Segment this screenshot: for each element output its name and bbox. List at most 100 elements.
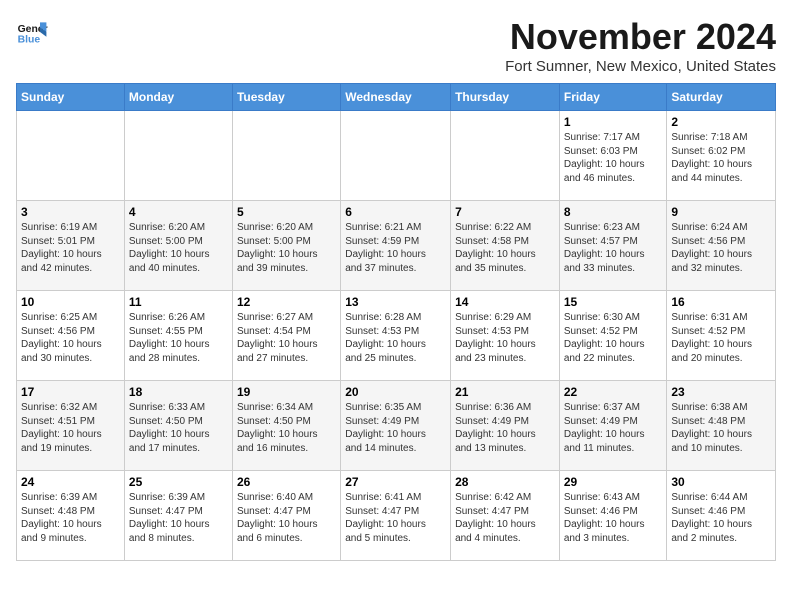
calendar-cell (124, 111, 232, 201)
day-number: 8 (564, 205, 663, 219)
day-number: 19 (237, 385, 336, 399)
calendar-cell: 1Sunrise: 7:17 AM Sunset: 6:03 PM Daylig… (559, 111, 667, 201)
day-number: 29 (564, 475, 663, 489)
day-info: Sunrise: 6:29 AM Sunset: 4:53 PM Dayligh… (455, 311, 555, 365)
day-number: 26 (237, 475, 336, 489)
weekday-header: Friday (559, 84, 667, 111)
calendar: SundayMondayTuesdayWednesdayThursdayFrid… (16, 83, 776, 561)
weekday-header: Wednesday (341, 84, 451, 111)
calendar-cell: 27 Sunrise: 6:41 AM Sunset: 4:47 PM Dayli… (341, 471, 451, 561)
calendar-cell: 21 Sunrise: 6:36 AM Sunset: 4:49 PM Dayli… (451, 381, 560, 471)
calendar-cell: 29 Sunrise: 6:43 AM Sunset: 4:46 PM Dayli… (559, 471, 667, 561)
weekday-header-row: SundayMondayTuesdayWednesdayThursdayFrid… (17, 84, 776, 111)
calendar-cell: 6 Sunrise: 6:21 AM Sunset: 4:59 PM Daylig… (341, 201, 451, 291)
logo-icon: General Blue (16, 16, 48, 48)
day-number: 20 (345, 385, 446, 399)
day-info: Sunrise: 6:32 AM Sunset: 4:51 PM Dayligh… (21, 401, 120, 455)
day-info: Sunrise: 6:34 AM Sunset: 4:50 PM Dayligh… (237, 401, 336, 455)
day-number: 12 (237, 295, 336, 309)
calendar-cell: 9 Sunrise: 6:24 AM Sunset: 4:56 PM Daylig… (667, 201, 776, 291)
calendar-cell: 4 Sunrise: 6:20 AM Sunset: 5:00 PM Daylig… (124, 201, 232, 291)
calendar-cell: 24 Sunrise: 6:39 AM Sunset: 4:48 PM Dayli… (17, 471, 125, 561)
day-number: 21 (455, 385, 555, 399)
calendar-cell: 12Sunrise: 6:27 AM Sunset: 4:54 PM Dayli… (232, 291, 340, 381)
day-number: 6 (345, 205, 446, 219)
day-number: 1 (564, 115, 663, 129)
day-info: Sunrise: 6:25 AM Sunset: 4:56 PM Dayligh… (21, 311, 120, 365)
day-info: Sunrise: 6:44 AM Sunset: 4:46 PM Dayligh… (671, 491, 771, 545)
day-info: Sunrise: 6:30 AM Sunset: 4:52 PM Dayligh… (564, 311, 663, 365)
day-info: Sunrise: 6:31 AM Sunset: 4:52 PM Dayligh… (671, 311, 771, 365)
calendar-cell: 26 Sunrise: 6:40 AM Sunset: 4:47 PM Dayli… (232, 471, 340, 561)
day-number: 13 (345, 295, 446, 309)
day-info: Sunrise: 6:22 AM Sunset: 4:58 PM Dayligh… (455, 221, 555, 275)
logo: General Blue (16, 16, 48, 48)
calendar-cell (451, 111, 560, 201)
calendar-cell (232, 111, 340, 201)
day-number: 3 (21, 205, 120, 219)
day-number: 23 (671, 385, 771, 399)
day-number: 25 (129, 475, 228, 489)
week-row: 17Sunrise: 6:32 AM Sunset: 4:51 PM Dayli… (17, 381, 776, 471)
week-row: 1Sunrise: 7:17 AM Sunset: 6:03 PM Daylig… (17, 111, 776, 201)
day-info: Sunrise: 7:18 AM Sunset: 6:02 PM Dayligh… (671, 131, 771, 185)
calendar-cell: 16Sunrise: 6:31 AM Sunset: 4:52 PM Dayli… (667, 291, 776, 381)
day-info: Sunrise: 6:40 AM Sunset: 4:47 PM Dayligh… (237, 491, 336, 545)
calendar-cell: 2Sunrise: 7:18 AM Sunset: 6:02 PM Daylig… (667, 111, 776, 201)
weekday-header: Tuesday (232, 84, 340, 111)
day-number: 30 (671, 475, 771, 489)
title-area: November 2024 Fort Sumner, New Mexico, U… (505, 16, 776, 75)
day-number: 22 (564, 385, 663, 399)
header: General Blue November 2024 Fort Sumner, … (16, 16, 776, 75)
calendar-cell: 17Sunrise: 6:32 AM Sunset: 4:51 PM Dayli… (17, 381, 125, 471)
day-number: 15 (564, 295, 663, 309)
calendar-cell: 22Sunrise: 6:37 AM Sunset: 4:49 PM Dayli… (559, 381, 667, 471)
weekday-header: Monday (124, 84, 232, 111)
calendar-cell: 8Sunrise: 6:23 AM Sunset: 4:57 PM Daylig… (559, 201, 667, 291)
day-number: 28 (455, 475, 555, 489)
day-info: Sunrise: 6:39 AM Sunset: 4:48 PM Dayligh… (21, 491, 120, 545)
weekday-header: Saturday (667, 84, 776, 111)
calendar-cell: 28 Sunrise: 6:42 AM Sunset: 4:47 PM Dayli… (451, 471, 560, 561)
week-row: 3 Sunrise: 6:19 AM Sunset: 5:01 PM Daylig… (17, 201, 776, 291)
day-number: 4 (129, 205, 228, 219)
day-info: Sunrise: 6:41 AM Sunset: 4:47 PM Dayligh… (345, 491, 446, 545)
day-number: 5 (237, 205, 336, 219)
calendar-cell: 25 Sunrise: 6:39 AM Sunset: 4:47 PM Dayli… (124, 471, 232, 561)
calendar-cell: 19 Sunrise: 6:34 AM Sunset: 4:50 PM Dayli… (232, 381, 340, 471)
day-number: 10 (21, 295, 120, 309)
calendar-cell: 18Sunrise: 6:33 AM Sunset: 4:50 PM Dayli… (124, 381, 232, 471)
day-info: Sunrise: 6:19 AM Sunset: 5:01 PM Dayligh… (21, 221, 120, 275)
calendar-cell: 11Sunrise: 6:26 AM Sunset: 4:55 PM Dayli… (124, 291, 232, 381)
day-info: Sunrise: 6:20 AM Sunset: 5:00 PM Dayligh… (129, 221, 228, 275)
calendar-cell: 20 Sunrise: 6:35 AM Sunset: 4:49 PM Dayli… (341, 381, 451, 471)
calendar-cell: 10 Sunrise: 6:25 AM Sunset: 4:56 PM Dayli… (17, 291, 125, 381)
calendar-cell: 7Sunrise: 6:22 AM Sunset: 4:58 PM Daylig… (451, 201, 560, 291)
day-info: Sunrise: 6:24 AM Sunset: 4:56 PM Dayligh… (671, 221, 771, 275)
day-info: Sunrise: 6:39 AM Sunset: 4:47 PM Dayligh… (129, 491, 228, 545)
day-info: Sunrise: 6:28 AM Sunset: 4:53 PM Dayligh… (345, 311, 446, 365)
day-info: Sunrise: 6:38 AM Sunset: 4:48 PM Dayligh… (671, 401, 771, 455)
weekday-header: Sunday (17, 84, 125, 111)
day-number: 24 (21, 475, 120, 489)
weekday-header: Thursday (451, 84, 560, 111)
day-info: Sunrise: 6:42 AM Sunset: 4:47 PM Dayligh… (455, 491, 555, 545)
week-row: 10 Sunrise: 6:25 AM Sunset: 4:56 PM Dayli… (17, 291, 776, 381)
calendar-cell (17, 111, 125, 201)
calendar-cell (341, 111, 451, 201)
day-number: 9 (671, 205, 771, 219)
day-info: Sunrise: 6:21 AM Sunset: 4:59 PM Dayligh… (345, 221, 446, 275)
day-info: Sunrise: 6:36 AM Sunset: 4:49 PM Dayligh… (455, 401, 555, 455)
month-title: November 2024 (505, 16, 776, 58)
calendar-cell: 15 Sunrise: 6:30 AM Sunset: 4:52 PM Dayli… (559, 291, 667, 381)
day-info: Sunrise: 6:43 AM Sunset: 4:46 PM Dayligh… (564, 491, 663, 545)
day-number: 18 (129, 385, 228, 399)
day-info: Sunrise: 6:26 AM Sunset: 4:55 PM Dayligh… (129, 311, 228, 365)
calendar-cell: 3 Sunrise: 6:19 AM Sunset: 5:01 PM Daylig… (17, 201, 125, 291)
day-number: 27 (345, 475, 446, 489)
day-info: Sunrise: 6:20 AM Sunset: 5:00 PM Dayligh… (237, 221, 336, 275)
day-number: 14 (455, 295, 555, 309)
location-title: Fort Sumner, New Mexico, United States (505, 58, 776, 75)
week-row: 24 Sunrise: 6:39 AM Sunset: 4:48 PM Dayli… (17, 471, 776, 561)
day-info: Sunrise: 6:35 AM Sunset: 4:49 PM Dayligh… (345, 401, 446, 455)
